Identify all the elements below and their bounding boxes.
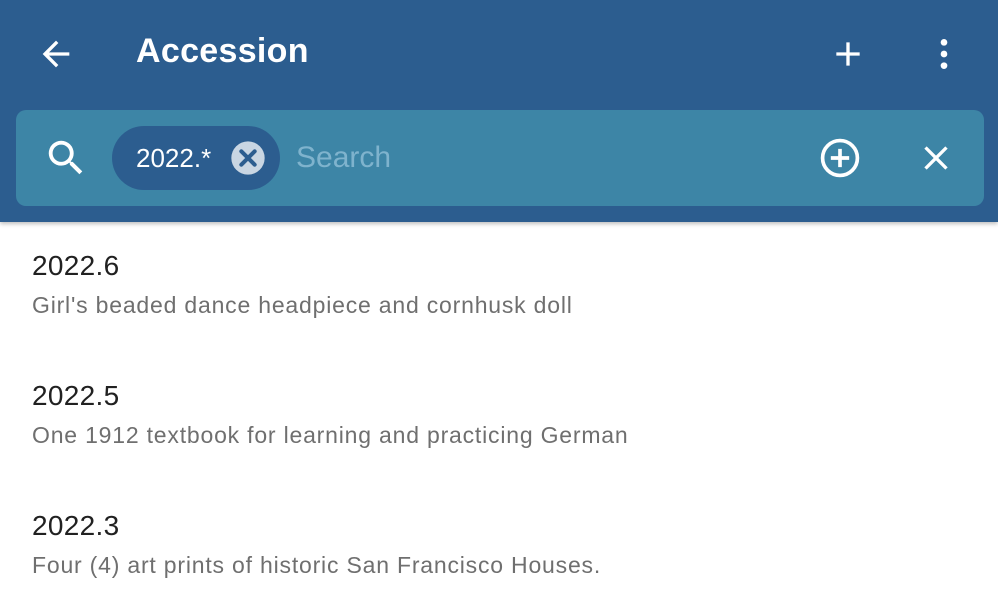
list-item[interactable]: 2022.6 Girl's beaded dance headpiece and… <box>0 222 998 352</box>
filter-chip-label: 2022.* <box>136 142 212 173</box>
clear-search-button[interactable] <box>906 128 966 188</box>
add-circle-icon <box>820 138 860 178</box>
accession-number: 2022.3 <box>32 510 120 541</box>
app-bar: Accession 2022.* <box>0 0 998 222</box>
back-button[interactable] <box>26 24 86 84</box>
accession-description: Four (4) art prints of historic San Fran… <box>32 552 602 578</box>
accession-number: 2022.5 <box>32 380 120 411</box>
search-icon <box>48 140 83 175</box>
search-bar: 2022.* <box>16 110 984 206</box>
close-icon <box>924 146 948 170</box>
add-button[interactable] <box>818 24 878 84</box>
page-title: Accession <box>136 32 309 70</box>
more-vertical-icon <box>940 39 948 69</box>
list-item[interactable]: 2022.5 One 1912 textbook for learning an… <box>0 352 998 482</box>
more-options-button[interactable] <box>914 24 974 84</box>
accession-description: Girl's beaded dance headpiece and cornhu… <box>32 292 573 318</box>
plus-icon <box>836 42 860 66</box>
search-input[interactable] <box>296 132 796 184</box>
cancel-icon <box>231 141 265 175</box>
list-item[interactable]: 2022.3 Four (4) art prints of historic S… <box>0 482 998 612</box>
arrow-back-icon <box>42 40 70 68</box>
accession-description: One 1912 textbook for learning and pract… <box>32 422 629 448</box>
filter-chip-remove-button[interactable] <box>228 138 268 178</box>
filter-chip[interactable]: 2022.* <box>112 126 280 190</box>
search-button[interactable] <box>36 128 96 188</box>
accession-number: 2022.6 <box>32 250 120 281</box>
add-filter-button[interactable] <box>810 128 870 188</box>
